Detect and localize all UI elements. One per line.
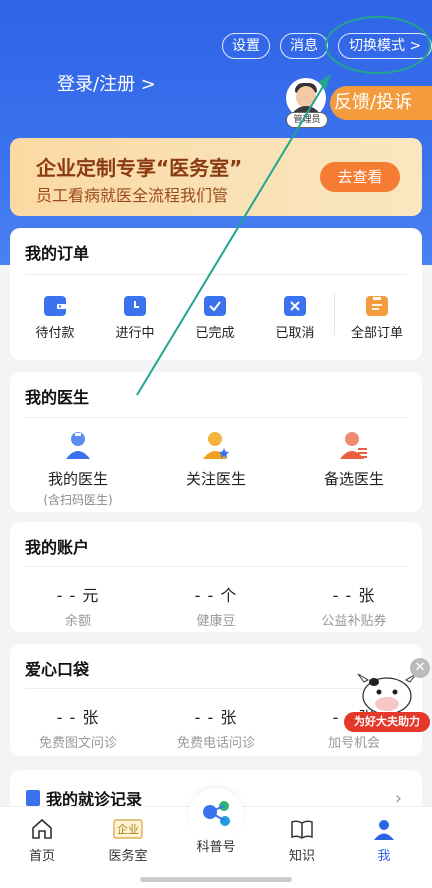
close-icon[interactable]: ✕ [410, 658, 430, 678]
promo-floating-widget[interactable]: 为好大夫助力 [344, 668, 430, 734]
doctors-divider [25, 417, 407, 418]
clipboard-icon [26, 790, 40, 806]
tab-clinic[interactable]: 企业 医务室 [98, 817, 158, 864]
tab-knowledge[interactable]: 知识 [272, 817, 332, 864]
pocket-phone-consult[interactable]: - - 张 免费电话问诊 [156, 704, 276, 751]
tab-label: 首页 [28, 849, 55, 864]
pocket-label: 免费图文问诊 [38, 736, 117, 751]
account-label: 公益补贴券 [321, 614, 387, 629]
doctor-backup[interactable]: 备选医生 [294, 430, 414, 489]
avatar-face [296, 86, 316, 108]
tab-label: 医务室 [108, 849, 148, 864]
messages-button[interactable]: 消息 [280, 33, 328, 59]
tab-label: 科普号 [196, 840, 236, 855]
home-icon [30, 817, 54, 841]
doctor-followed[interactable]: 关注医生 [156, 430, 276, 489]
wallet-icon [44, 296, 66, 316]
doctor-sublabel: (含扫码医生) [43, 493, 113, 507]
order-pending-payment[interactable]: 待付款 [20, 296, 90, 341]
order-label: 全部订单 [350, 326, 403, 341]
doctor-list-icon [340, 430, 368, 460]
tab-me[interactable]: 我 [354, 817, 414, 864]
account-value: - - 张 [332, 586, 376, 605]
doctor-label: 我的医生 [47, 470, 108, 488]
tab-label: 我 [377, 849, 391, 864]
account-coupons[interactable]: - - 张 公益补贴券 [294, 582, 414, 629]
account-health-beans[interactable]: - - 个 健康豆 [156, 582, 276, 629]
account-divider [25, 566, 407, 567]
settings-button[interactable]: 设置 [222, 33, 270, 59]
account-label: 余额 [64, 614, 91, 629]
order-label: 已取消 [275, 326, 315, 341]
tab-label: 知识 [288, 849, 315, 864]
tab-home[interactable]: 首页 [12, 817, 72, 864]
doctors-card: 我的医生 我的医生 (含扫码医生) 关注医生 备选医生 [10, 372, 422, 512]
order-label: 已完成 [195, 326, 235, 341]
login-register-link[interactable]: 登录/注册 > [57, 70, 156, 96]
order-label: 待付款 [35, 326, 75, 341]
order-cancelled[interactable]: 已取消 [260, 296, 330, 341]
promo-label: 为好大夫助力 [344, 712, 430, 732]
feedback-button[interactable]: 反馈/投诉 [330, 86, 432, 120]
account-title: 我的账户 [25, 538, 90, 557]
account-label: 健康豆 [196, 614, 236, 629]
manager-badge: 管理员 [286, 112, 328, 128]
pocket-value: - - 张 [194, 708, 238, 727]
orders-card: 我的订单 待付款 进行中 已完成 已取消 全部订单 [10, 228, 422, 360]
pocket-label: 加号机会 [327, 736, 380, 751]
annotation-circle [325, 16, 431, 74]
pocket-label: 免费电话问诊 [176, 736, 255, 751]
orders-title: 我的订单 [25, 244, 90, 263]
account-value: - - 元 [56, 586, 100, 605]
doctor-label: 关注医生 [185, 470, 246, 488]
enterprise-banner[interactable]: 企业定制专享“医务室” 员工看病就医全流程我们管 去查看 [10, 138, 422, 216]
doctors-title: 我的医生 [25, 388, 90, 407]
order-label: 进行中 [115, 326, 155, 341]
order-all[interactable]: 全部订单 [342, 296, 412, 341]
account-balance[interactable]: - - 元 余额 [18, 582, 138, 629]
clock-icon [124, 296, 146, 316]
order-in-progress[interactable]: 进行中 [100, 296, 170, 341]
account-card: 我的账户 - - 元 余额 - - 个 健康豆 - - 张 公益补贴券 [10, 522, 422, 632]
doctor-star-icon [202, 430, 230, 460]
orders-divider [25, 274, 407, 275]
pocket-title: 爱心口袋 [25, 660, 90, 679]
user-icon [372, 817, 396, 841]
banner-title: 企业定制专享“医务室” [36, 156, 243, 180]
home-indicator [140, 877, 292, 882]
clipboard-icon [366, 296, 388, 316]
account-value: - - 个 [194, 586, 238, 605]
order-separator [334, 293, 335, 335]
cancel-icon [284, 296, 306, 316]
doctor-my[interactable]: 我的医生 (含扫码医生) [18, 430, 138, 508]
tab-kepu[interactable]: 科普号 [186, 836, 246, 855]
banner-subtitle: 员工看病就医全流程我们管 [36, 186, 229, 205]
doctor-label: 备选医生 [323, 470, 384, 488]
book-icon [290, 817, 314, 841]
doctor-icon [64, 430, 92, 460]
check-icon [204, 296, 226, 316]
order-completed[interactable]: 已完成 [180, 296, 250, 341]
pocket-value: - - 张 [56, 708, 100, 727]
enterprise-icon: 企业 [113, 817, 143, 841]
enterprise-badge: 企业 [117, 823, 139, 836]
pocket-text-consult[interactable]: - - 张 免费图文问诊 [18, 704, 138, 751]
banner-view-button[interactable]: 去查看 [320, 162, 400, 192]
